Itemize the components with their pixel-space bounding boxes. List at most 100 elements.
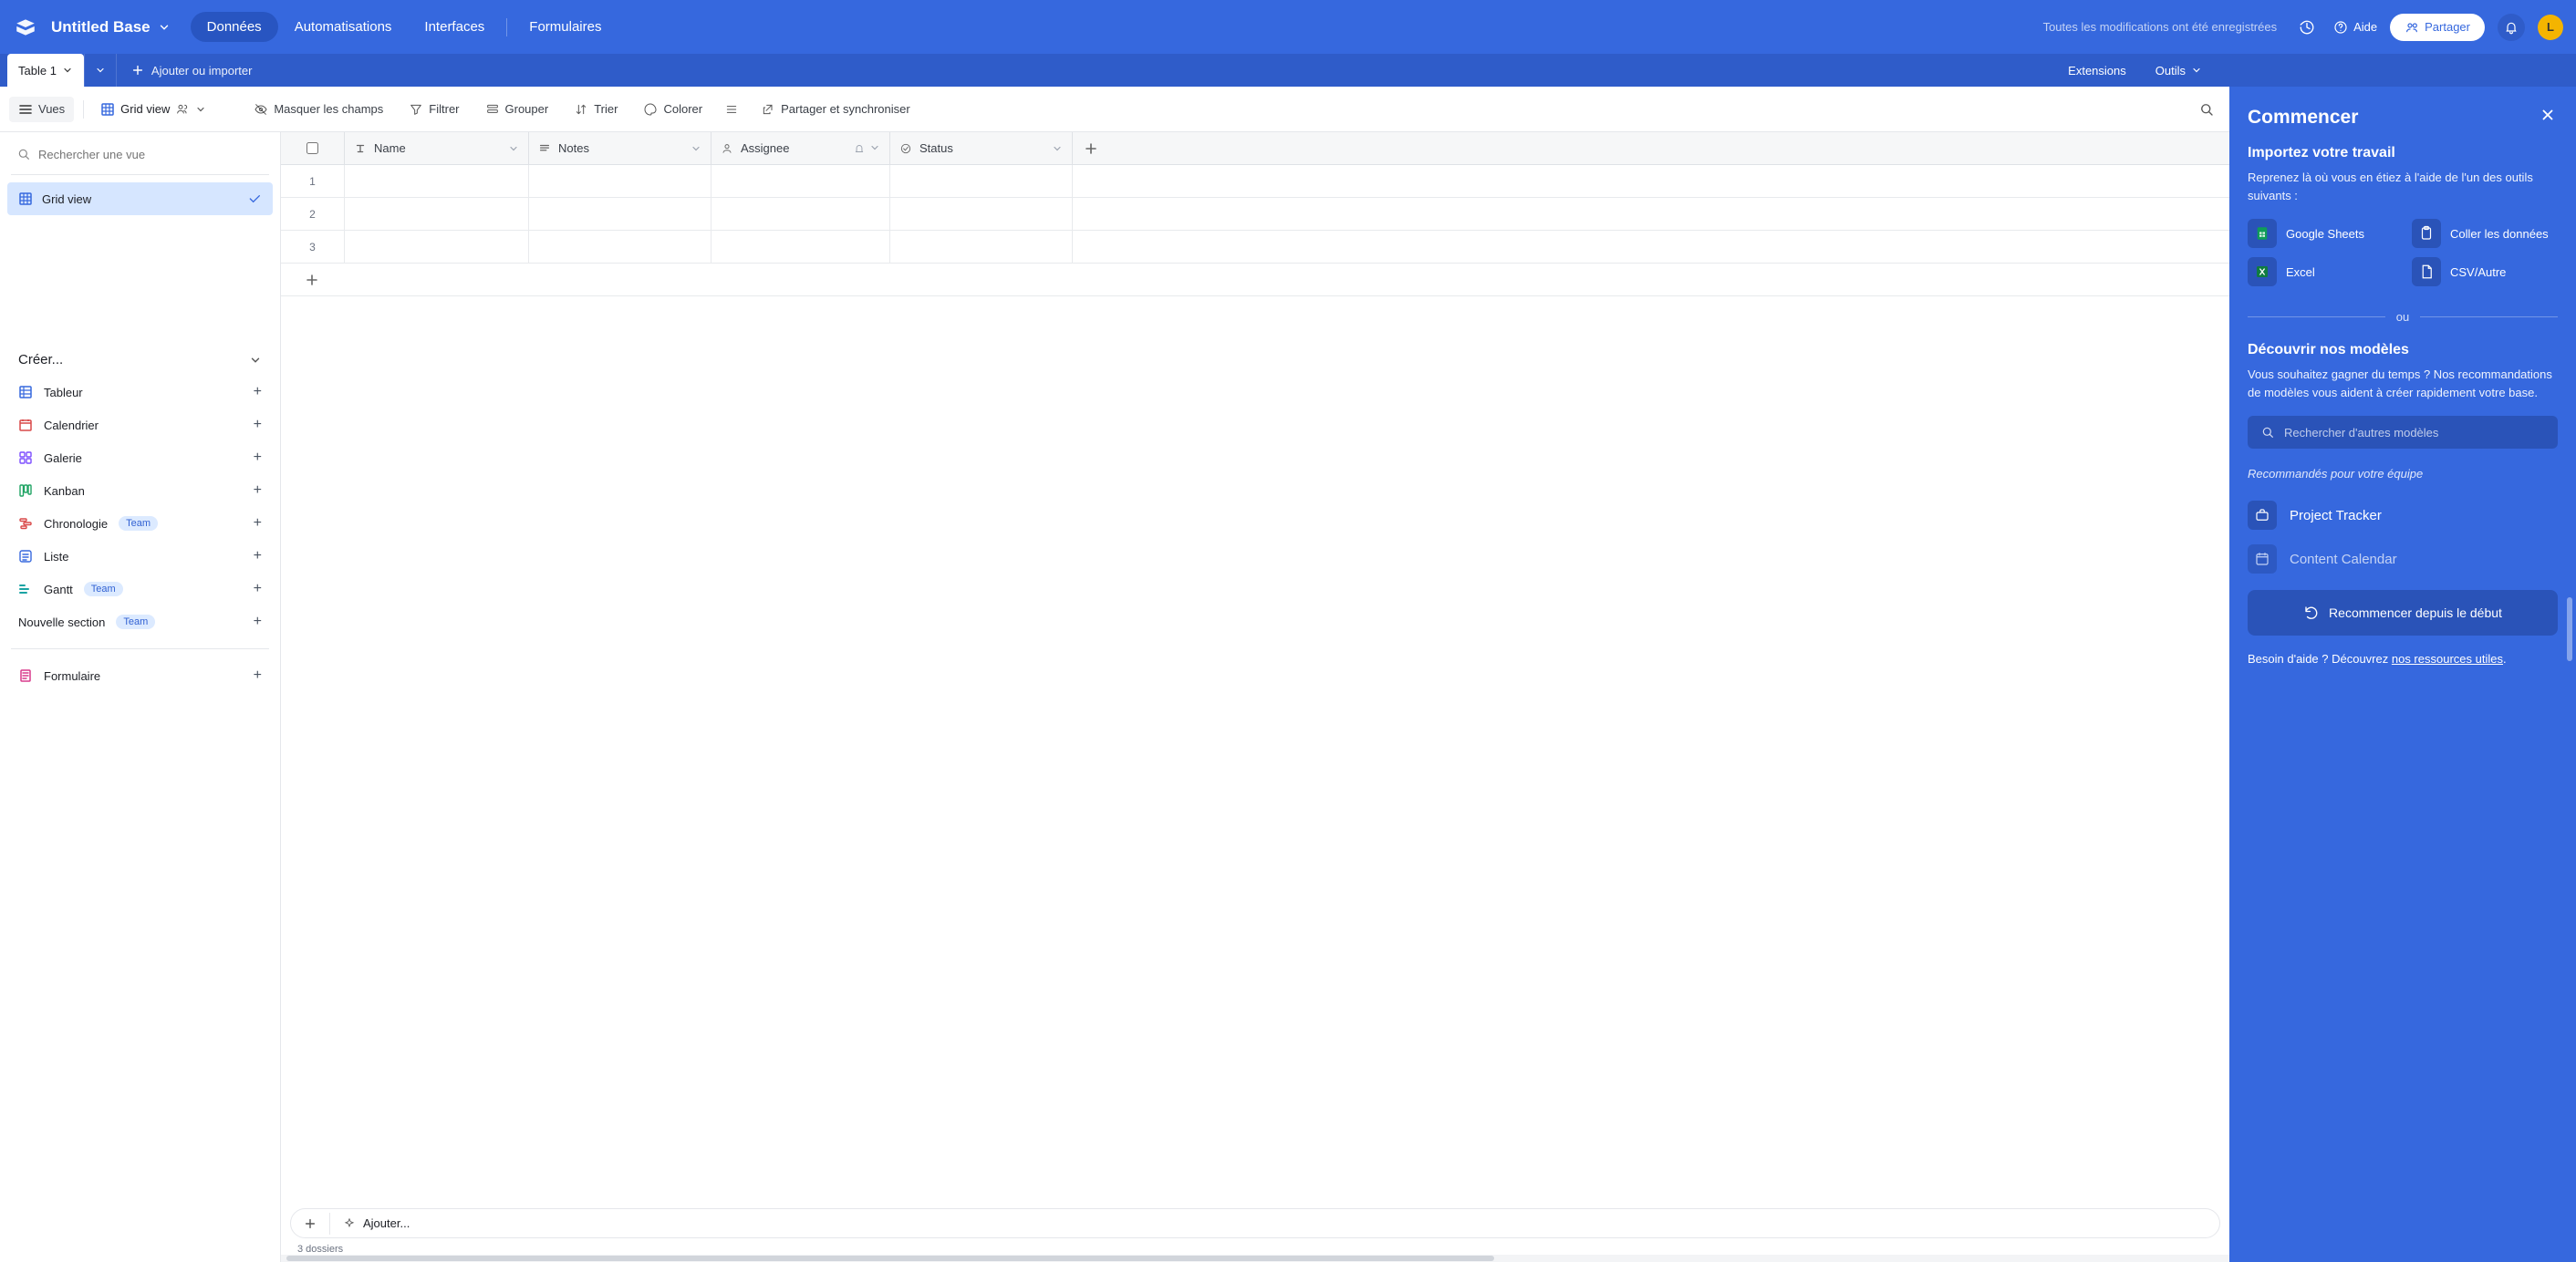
row-number[interactable]: 3 [281,231,345,263]
color-label: Colorer [663,102,702,116]
row-number[interactable]: 2 [281,198,345,230]
column-header-assignee[interactable]: Assignee [712,132,890,164]
column-header-notes[interactable]: Notes [529,132,712,164]
column-header-name[interactable]: Name [345,132,529,164]
cell[interactable] [712,231,890,263]
close-panel-button[interactable] [2540,107,2558,125]
user-icon [721,142,733,155]
cell[interactable] [890,198,1073,230]
group-button[interactable]: Grouper [476,97,558,122]
row-height-button[interactable] [719,97,744,122]
create-item-label: Chronologie [44,517,108,531]
create-item-gallery[interactable]: Galerie + [7,442,273,473]
select-all-checkbox[interactable] [306,142,318,154]
help-label: Aide [2353,20,2377,34]
history-icon[interactable] [2293,14,2321,41]
cell[interactable] [712,165,890,197]
add-column-button[interactable] [1073,132,2229,164]
create-item-gantt[interactable]: Gantt Team + [7,574,273,605]
views-label: Vues [38,102,65,116]
create-item-table[interactable]: Tableur + [7,377,273,408]
bell-icon[interactable] [853,142,866,155]
notifications-icon[interactable] [2498,14,2525,41]
base-title[interactable]: Untitled Base [51,18,151,36]
airtable-logo-icon[interactable] [13,15,38,40]
table-tab[interactable]: Table 1 [7,54,84,87]
cell[interactable] [345,231,529,263]
chevron-down-icon[interactable] [1052,143,1063,154]
tools-button[interactable]: Outils [2141,54,2217,87]
hide-fields-button[interactable]: Masquer les champs [244,97,392,122]
panel-scrollbar[interactable] [2567,597,2572,661]
cell[interactable] [529,231,712,263]
cell[interactable] [345,165,529,197]
sort-icon [574,102,588,117]
select-all-cell[interactable] [281,132,345,164]
cell[interactable] [529,198,712,230]
template-search-input[interactable] [2284,426,2545,440]
create-item-list[interactable]: Liste + [7,541,273,572]
view-search-input[interactable] [38,148,264,161]
search-records-button[interactable] [2193,96,2220,123]
table-row[interactable]: 2 [281,198,2229,231]
template-search[interactable] [2248,416,2558,449]
create-item-calendar[interactable]: Calendrier + [7,409,273,440]
create-item-timeline[interactable]: Chronologie Team + [7,508,273,539]
cell[interactable] [890,165,1073,197]
current-view-button[interactable]: Grid view [93,97,213,122]
chevron-down-icon[interactable] [869,142,880,153]
views-toggle-button[interactable]: Vues [9,97,74,122]
template-label: Project Tracker [2290,508,2382,523]
view-search[interactable] [7,141,273,167]
add-record-button[interactable] [291,1210,329,1237]
create-item-form[interactable]: Formulaire + [7,660,273,691]
help-resources-text: Besoin d'aide ? Découvrez nos ressources… [2248,652,2558,666]
template-content-calendar[interactable]: Content Calendar [2248,537,2558,581]
scrollbar-thumb[interactable] [286,1256,1494,1261]
base-title-chevron-icon[interactable] [158,21,171,34]
share-label: Partager [2425,20,2470,34]
group-icon [485,102,500,117]
user-avatar[interactable]: L [2538,15,2563,40]
nav-forms[interactable]: Formulaires [513,12,618,42]
filter-button[interactable]: Filtrer [400,97,468,122]
chevron-down-icon[interactable] [691,143,701,154]
chevron-down-icon[interactable] [195,104,206,115]
cell[interactable] [712,198,890,230]
create-section-header[interactable]: Créer... [7,343,273,377]
import-google-sheets[interactable]: Google Sheets [2248,219,2394,248]
share-sync-button[interactable]: Partager et synchroniser [752,97,919,122]
help-button[interactable]: Aide [2333,20,2377,35]
import-excel[interactable]: Excel [2248,257,2394,286]
text-field-icon [354,142,367,155]
import-csv[interactable]: CSV/Autre [2412,257,2558,286]
cell[interactable] [345,198,529,230]
table-list-dropdown[interactable] [84,54,117,87]
table-row[interactable]: 3 [281,231,2229,264]
cell[interactable] [890,231,1073,263]
import-paste[interactable]: Coller les données [2412,219,2558,248]
template-project-tracker[interactable]: Project Tracker [2248,493,2558,537]
extensions-button[interactable]: Extensions [2053,54,2141,87]
sort-button[interactable]: Trier [565,97,627,122]
restart-button[interactable]: Recommencer depuis le début [2248,590,2558,636]
plus-icon: + [254,450,262,466]
share-button[interactable]: Partager [2390,14,2485,41]
cell[interactable] [529,165,712,197]
chevron-down-icon[interactable] [508,143,519,154]
help-resources-link[interactable]: nos ressources utiles [2392,652,2503,666]
nav-data[interactable]: Données [191,12,278,42]
view-item-grid[interactable]: Grid view [7,182,273,215]
color-button[interactable]: Colorer [634,97,712,122]
add-row-button[interactable] [281,264,2229,296]
row-number[interactable]: 1 [281,165,345,197]
nav-automations[interactable]: Automatisations [278,12,409,42]
create-item-new-section[interactable]: Nouvelle section Team + [7,606,273,637]
nav-interfaces[interactable]: Interfaces [408,12,501,42]
table-row[interactable]: 1 [281,165,2229,198]
add-with-ai-button[interactable]: Ajouter... [330,1209,422,1237]
add-or-import-button[interactable]: Ajouter ou importer [117,54,267,87]
create-item-kanban[interactable]: Kanban + [7,475,273,506]
horizontal-scrollbar[interactable] [281,1255,2229,1262]
column-header-status[interactable]: Status [890,132,1073,164]
